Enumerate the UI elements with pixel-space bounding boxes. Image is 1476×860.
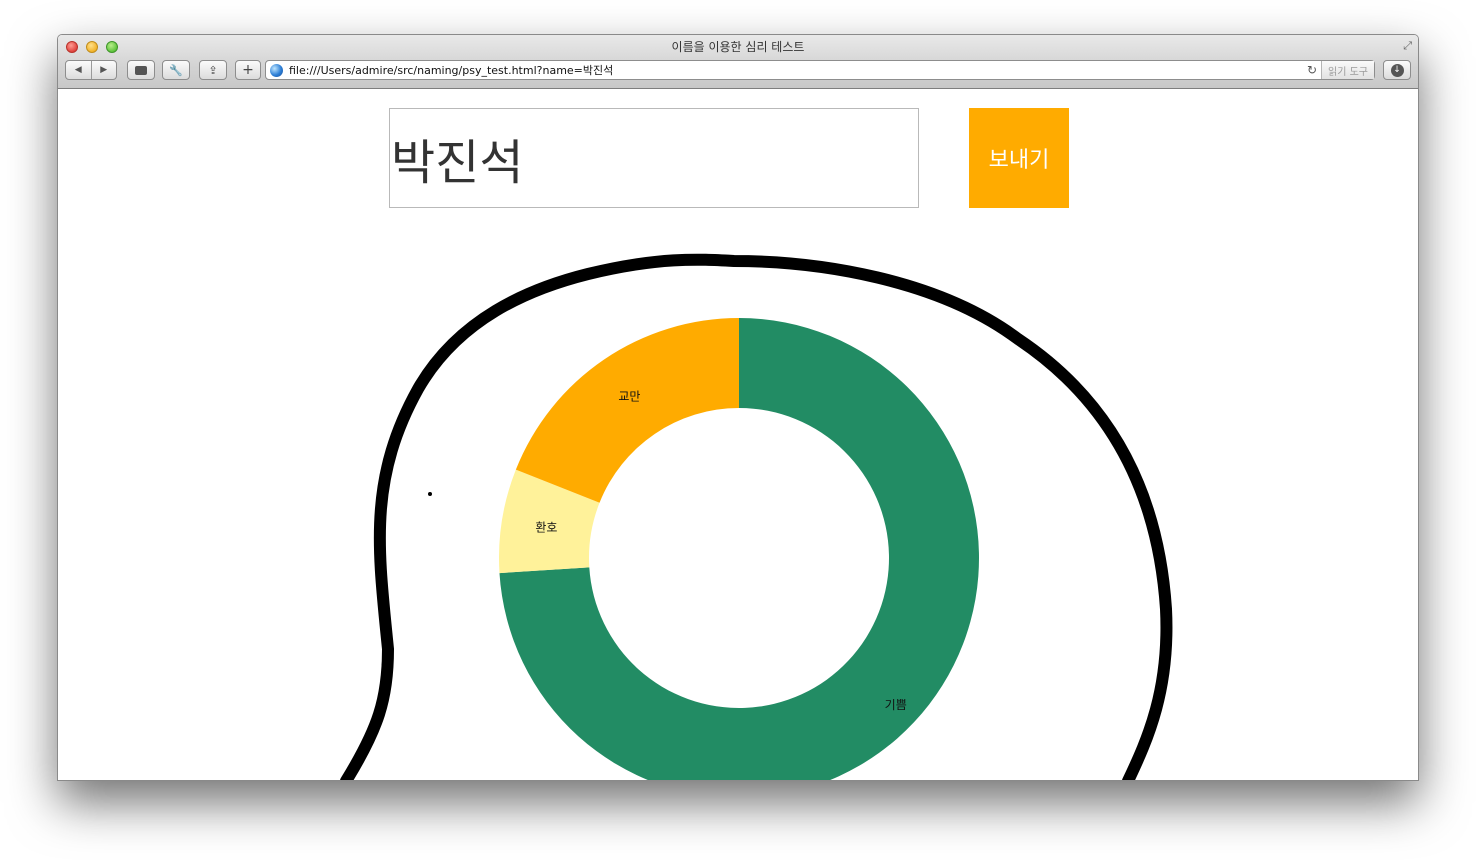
back-icon[interactable]: ◀ (66, 61, 91, 79)
fullscreen-icon[interactable]: ⤢ (1403, 39, 1412, 53)
new-tab-button[interactable]: + (235, 60, 261, 80)
address-bar[interactable]: file:///Users/admire/src/naming/psy_test… (265, 60, 1375, 80)
plus-icon: + (242, 62, 254, 78)
globe-icon (270, 63, 283, 77)
donut-slice-3 (515, 318, 739, 503)
download-icon: ↓ (1390, 63, 1404, 77)
forward-icon[interactable]: ▶ (90, 61, 117, 79)
donut-slice-label: 기쁨 (885, 698, 907, 712)
page-content: 기쁨 환호 교만 보내기 (58, 89, 1418, 780)
donut-slice-label: 교만 (618, 390, 640, 404)
donut-slice-label: 환호 (535, 520, 557, 534)
ink-dot (428, 492, 432, 496)
reader-button[interactable]: 읽기 도구 (1321, 61, 1374, 79)
send-button[interactable]: 보내기 (969, 108, 1069, 208)
downloads-button[interactable]: ↓ (1383, 60, 1411, 80)
share-icon: ⇪ (208, 63, 218, 77)
top-sites-icon (135, 65, 147, 75)
name-input[interactable] (389, 108, 919, 208)
browser-toolbar: 이름을 이용한 심리 테스트 ⤢ ◀ ▶ 🔧 ⇪ + file:///Users… (58, 35, 1418, 89)
donut-chart: 기쁨 환호 교만 (499, 318, 979, 780)
reload-icon[interactable]: ↻ (1305, 63, 1319, 77)
back-forward-buttons: ◀ ▶ (65, 60, 117, 80)
window-title: 이름을 이용한 심리 테스트 (671, 40, 805, 54)
share-button[interactable]: ⇪ (199, 60, 227, 80)
wrench-icon: 🔧 (169, 63, 183, 77)
address-text[interactable]: file:///Users/admire/src/naming/psy_test… (289, 62, 1305, 78)
browser-window: 이름을 이용한 심리 테스트 ⤢ ◀ ▶ 🔧 ⇪ + file:///Users… (57, 34, 1419, 781)
top-sites-button[interactable] (127, 60, 155, 80)
tools-button[interactable]: 🔧 (162, 60, 190, 80)
